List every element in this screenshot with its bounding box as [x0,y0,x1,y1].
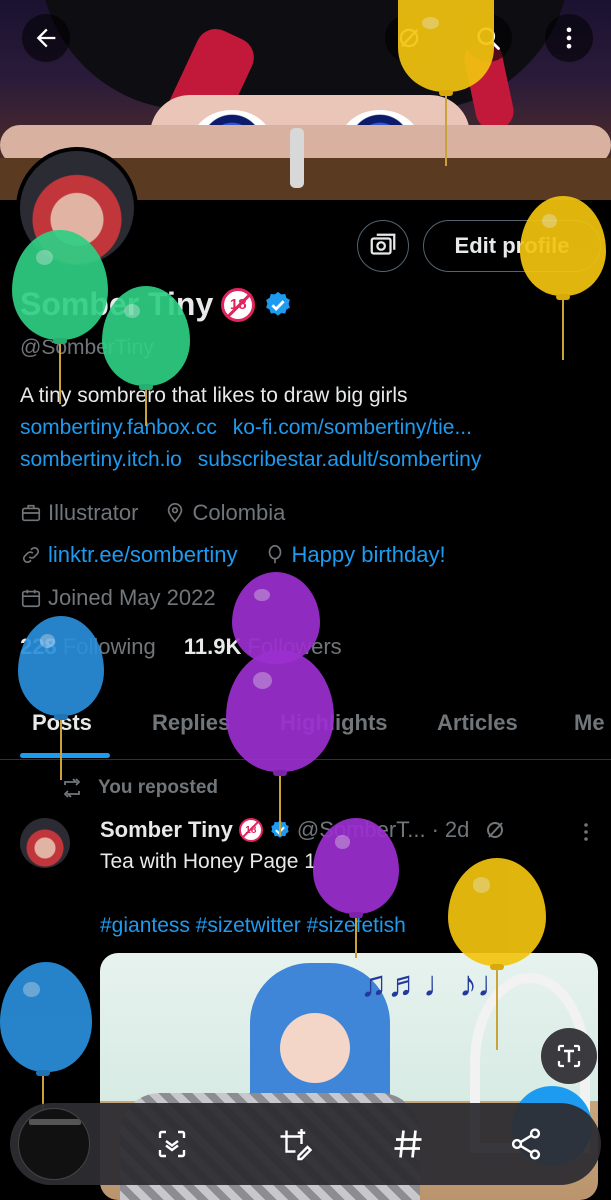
post-author-name[interactable]: Somber Tiny [100,817,233,843]
more-vertical-icon [566,27,572,49]
balloon-icon [268,545,281,564]
banner-image-button[interactable] [357,220,409,272]
verified-badge-icon[interactable] [263,290,293,320]
profile-meta-row: linktr.ee/sombertiny Happy birthday! [20,542,446,568]
crop-edit-icon [280,1129,312,1161]
arrow-left-icon [36,28,56,48]
location-pin-icon [168,503,183,523]
capture-toolbar [10,1103,601,1185]
hashtag-button[interactable] [386,1122,430,1166]
website-link[interactable]: linktr.ee/sombertiny [48,542,238,568]
back-button[interactable] [22,14,70,62]
post-header: Somber Tiny 18 @SomberT... · 2d [100,817,507,843]
calendar-icon [21,589,41,608]
screenshot-thumbnail[interactable] [18,1108,90,1180]
link-icon [22,546,40,564]
tab-media[interactable]: Me [574,710,605,736]
hashtag-icon [394,1130,422,1158]
post-text: Tea with Honey Page 1 [100,850,316,873]
crop-edit-button[interactable] [272,1122,316,1166]
post-author-avatar[interactable] [20,818,70,868]
share-button[interactable] [504,1122,548,1166]
image-art-music-notes: ♫♬♩♪♩ [360,963,513,1004]
profile-bio: A tiny sombrero that likes to draw big g… [20,384,408,407]
banner-art-figure [290,128,304,188]
repost-context: You reposted [60,776,218,800]
briefcase-icon [21,504,41,522]
bio-links-row: sombertiny.itch.io subscribestar.adult/s… [20,448,491,472]
repost-label: You reposted [98,777,218,798]
post-time: 2d [444,817,470,842]
adult-content-badge: 18 [238,818,263,842]
extract-text-button[interactable] [541,1028,597,1084]
post-separator: · [431,817,439,842]
adult-badge-number: 18 [245,824,257,836]
joined-date: Joined May 2022 [48,585,216,610]
bio-link[interactable]: sombertiny.itch.io [20,448,182,471]
image-art-face [280,1013,350,1083]
active-tab-indicator [20,753,110,758]
followers-count[interactable]: 11.9K [184,634,242,659]
adult-badge-number: 18 [229,296,247,313]
adult-content-badge: 18 [221,287,256,322]
profile-meta-row: Illustrator Colombia [20,500,285,526]
grok-icon[interactable] [483,818,507,842]
location-label: Colombia [192,500,286,525]
birthday-label[interactable]: Happy birthday! [292,542,446,568]
profile-meta-row: Joined May 2022 [20,585,216,611]
profession-label[interactable]: Illustrator [48,500,138,526]
bio-links-row: sombertiny.fanbox.cc ko-fi.com/sombertin… [20,416,482,440]
share-icon [511,1128,541,1160]
post-more-icon[interactable] [574,820,598,844]
scan-text-icon [158,1130,186,1158]
tab-articles[interactable]: Articles [437,710,518,736]
repost-icon [63,778,81,798]
tab-replies[interactable]: Replies [152,710,230,736]
more-button[interactable] [545,14,593,62]
text-scan-icon [557,1044,581,1068]
bio-link[interactable]: sombertiny.fanbox.cc [20,416,217,439]
bio-link[interactable]: subscribestar.adult/sombertiny [198,448,482,471]
image-settings-icon [370,233,396,255]
scan-text-button[interactable] [150,1122,194,1166]
bio-link[interactable]: ko-fi.com/sombertiny/tie... [233,416,472,439]
